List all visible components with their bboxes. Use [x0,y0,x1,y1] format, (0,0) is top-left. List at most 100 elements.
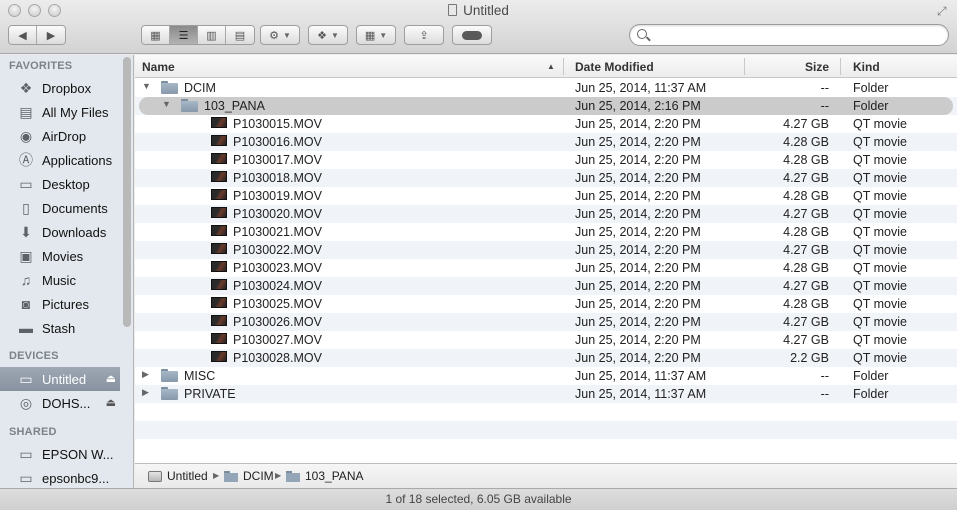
file-size: 4.27 GB [783,171,829,185]
airdrop-icon: ◉ [19,127,33,144]
column-divider[interactable] [744,58,745,75]
path-item-untitled[interactable]: Untitled [148,469,208,483]
sort-ascending-icon[interactable]: ▲ [547,62,555,71]
column-header-name[interactable]: Name [142,60,175,74]
favorites-header: FAVORITES [9,60,73,72]
sidebar-item-movies[interactable]: ▣ Movies [0,244,120,268]
column-header-kind[interactable]: Kind [853,60,880,74]
file-row[interactable]: P1030021.MOV Jun 25, 2014, 2:20 PM 4.28 GB… [135,223,957,241]
back-button[interactable]: ◀ [9,26,37,44]
search-input[interactable] [654,27,939,43]
file-row[interactable]: P1030018.MOV Jun 25, 2014, 2:20 PM 4.27 GB… [135,169,957,187]
folder-row[interactable]: ▼ 103_PANA Jun 25, 2014, 2:16 PM -- Folder [135,97,957,115]
path-item-dcim[interactable]: DCIM [224,469,274,483]
sidebar-item-desktop[interactable]: ▭ Desktop [0,172,120,196]
date-modified: Jun 25, 2014, 2:20 PM [575,189,701,203]
search-field[interactable] [629,24,949,46]
dropbox-icon: ❖ [317,29,327,42]
file-row[interactable]: P1030028.MOV Jun 25, 2014, 2:20 PM 2.2 GB Q… [135,349,957,367]
file-row[interactable]: P1030027.MOV Jun 25, 2014, 2:20 PM 4.27 GB… [135,331,957,349]
shared-header: SHARED [9,426,57,438]
disclosure-collapsed-icon[interactable]: ▶ [142,369,149,380]
column-header-size[interactable]: Size [805,60,829,74]
folder-row[interactable]: ▼ DCIM Jun 25, 2014, 11:37 AM -- Folder [135,79,957,97]
file-kind: QT movie [853,315,907,329]
file-kind: QT movie [853,261,907,275]
folder-row[interactable]: ▶ PRIVATE Jun 25, 2014, 11:37 AM -- Folder [135,385,957,403]
date-modified: Jun 25, 2014, 2:20 PM [575,279,701,293]
disclosure-collapsed-icon[interactable]: ▶ [142,387,149,398]
sidebar-item-music[interactable]: ♫ Music [0,268,120,292]
file-row[interactable]: P1030023.MOV Jun 25, 2014, 2:20 PM 4.28 GB… [135,259,957,277]
disclosure-expanded-icon[interactable]: ▼ [162,99,171,109]
file-row[interactable]: P1030017.MOV Jun 25, 2014, 2:20 PM 4.28 GB… [135,151,957,169]
folder-icon [161,81,178,94]
file-row[interactable]: P1030022.MOV Jun 25, 2014, 2:20 PM 4.27 GB… [135,241,957,259]
sidebar-item-untitled[interactable]: ▭ Untitled ⏏ [0,367,120,391]
movie-file-icon [211,207,227,218]
arrange-menu-button[interactable]: ▦ ▼ [356,25,396,45]
movie-file-icon [211,315,227,326]
date-modified: Jun 25, 2014, 2:20 PM [575,171,701,185]
list-view-button[interactable]: ☰ [170,26,198,44]
folder-row[interactable]: ▶ MISC Jun 25, 2014, 11:37 AM -- Folder [135,367,957,385]
icon-view-button[interactable]: ▦ [142,26,170,44]
disclosure-expanded-icon[interactable]: ▼ [142,81,151,91]
file-row[interactable]: P1030025.MOV Jun 25, 2014, 2:20 PM 4.28 GB… [135,295,957,313]
sidebar-item-dohs[interactable]: ◎ DOHS... ⏏ [0,391,120,415]
file-row[interactable]: P1030026.MOV Jun 25, 2014, 2:20 PM 4.27 GB… [135,313,957,331]
movie-file-icon [211,153,227,164]
eject-icon[interactable]: ⏏ [106,372,116,385]
file-row[interactable]: P1030015.MOV Jun 25, 2014, 2:20 PM 4.27 GB… [135,115,957,133]
dropbox-menu-button[interactable]: ❖ ▼ [308,25,348,45]
file-size: 4.27 GB [783,333,829,347]
forward-button[interactable]: ▶ [37,26,65,44]
sidebar-item-epsonbc9[interactable]: ▭ epsonbc9... [0,466,120,488]
column-header-date[interactable]: Date Modified [575,60,654,74]
eject-icon[interactable]: ⏏ [106,396,116,409]
arrange-icon: ▦ [364,29,376,42]
sidebar-item-epson-w[interactable]: ▭ EPSON W... [0,442,120,466]
date-modified: Jun 25, 2014, 2:20 PM [575,297,701,311]
file-size: 4.27 GB [783,117,829,131]
action-menu-button[interactable]: ⚙ ▼ [260,25,300,45]
date-modified: Jun 25, 2014, 11:37 AM [575,369,707,383]
chevron-left-icon: ◀ [18,29,27,42]
sidebar-item-airdrop[interactable]: ◉ AirDrop [0,124,120,148]
share-button[interactable]: ⇪ [404,25,444,45]
desktop-icon: ▭ [19,175,33,192]
sidebar-item-stash[interactable]: ▬ Stash [0,316,120,340]
path-separator-icon: ▶ [275,471,282,480]
sidebar-item-downloads[interactable]: ⬇ Downloads [0,220,120,244]
file-name: P1030028.MOV [233,351,322,365]
path-bar: Untitled ▶ DCIM ▶ 103_PANA [135,463,957,488]
sidebar-scrollbar[interactable] [123,57,131,327]
sidebar-item-applications[interactable]: Ⓐ Applications [0,148,120,172]
documents-icon: ▯ [22,199,30,216]
sidebar-item-all-my-files[interactable]: ▤ All My Files [0,100,120,124]
file-row[interactable]: P1030024.MOV Jun 25, 2014, 2:20 PM 4.27 GB… [135,277,957,295]
fullscreen-icon[interactable]: ⤢ [937,4,951,18]
file-row[interactable]: P1030019.MOV Jun 25, 2014, 2:20 PM 4.28 GB… [135,187,957,205]
sidebar-item-pictures[interactable]: ◙ Pictures [0,292,120,316]
file-kind: QT movie [853,117,907,131]
file-kind: QT movie [853,351,907,365]
disk-icon: ◎ [19,394,33,411]
column-view-button[interactable]: ▥ [198,26,226,44]
file-row[interactable]: P1030020.MOV Jun 25, 2014, 2:20 PM 4.27 GB… [135,205,957,223]
path-item-103-pana[interactable]: 103_PANA [286,469,363,483]
sidebar-item-documents[interactable]: ▯ Documents [0,196,120,220]
tags-button[interactable] [452,25,492,45]
file-row[interactable]: P1030016.MOV Jun 25, 2014, 2:20 PM 4.28 GB… [135,133,957,151]
column-divider[interactable] [563,58,564,75]
sidebar-item-dropbox[interactable]: ❖ Dropbox [0,76,120,100]
file-size: -- [820,99,829,113]
file-size: 4.28 GB [783,261,829,275]
date-modified: Jun 25, 2014, 2:20 PM [575,261,701,275]
date-modified: Jun 25, 2014, 2:20 PM [575,225,701,239]
drive-proxy-icon[interactable] [448,4,458,16]
file-kind: Folder [853,81,889,95]
column-divider[interactable] [840,58,841,75]
movie-file-icon [211,279,227,290]
coverflow-view-button[interactable]: ▤ [226,26,254,44]
